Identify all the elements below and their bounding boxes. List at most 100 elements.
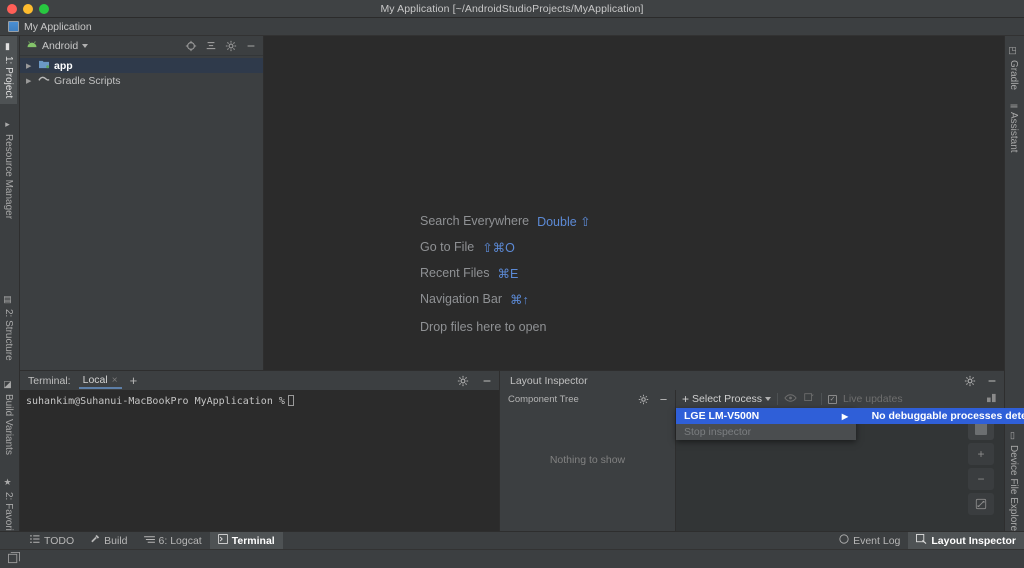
terminal-prompt: suhankim@Suhanui-MacBookPro MyApplicatio… bbox=[26, 396, 285, 407]
editor-empty-hints: Search Everywhere Double ⇧ Go to File ⇧⌘… bbox=[420, 208, 591, 340]
new-terminal-button[interactable]: + bbox=[130, 373, 138, 388]
android-studio-window: My Application [~/AndroidStudioProjects/… bbox=[0, 0, 1024, 568]
collapse-all-icon[interactable] bbox=[203, 38, 219, 54]
chevron-down-icon[interactable] bbox=[82, 43, 89, 48]
component-tree-panel: Component Tree Nothing to show bbox=[500, 390, 676, 531]
sidebar-item-label: Device File Explorer bbox=[1008, 445, 1019, 535]
hide-panel-icon[interactable] bbox=[984, 373, 1000, 389]
device-file-icon: ▯ bbox=[1008, 431, 1019, 441]
project-window-icon bbox=[8, 21, 19, 32]
terminal-label: Terminal: bbox=[28, 374, 71, 387]
sidebar-item-structure[interactable]: ▤ 2: Structure bbox=[0, 289, 17, 367]
project-tab-label[interactable]: My Application bbox=[24, 21, 92, 33]
plus-icon: + bbox=[682, 392, 690, 406]
status-item-terminal[interactable]: Terminal bbox=[209, 532, 283, 549]
settings-icon[interactable] bbox=[455, 373, 471, 389]
hint-recent-files[interactable]: Recent Files ⌘E bbox=[420, 260, 591, 286]
layout-inspector-icon bbox=[916, 534, 927, 547]
terminal-tab-local[interactable]: Local × bbox=[78, 372, 122, 389]
hide-panel-icon[interactable] bbox=[655, 391, 671, 407]
project-tree: ▶ app ▶ Gradle Scripts bbox=[20, 56, 263, 88]
settings-icon[interactable] bbox=[635, 391, 651, 407]
layer-3d-icon[interactable] bbox=[803, 392, 815, 407]
right-tool-window-bar: ◳ Gradle ⦀ Assistant ▯ Device File Explo… bbox=[1004, 36, 1024, 534]
status-item-logcat[interactable]: 6: Logcat bbox=[136, 533, 210, 549]
tree-item-label: app bbox=[54, 59, 73, 72]
component-tree-empty-text: Nothing to show bbox=[549, 454, 626, 466]
tree-item-app[interactable]: ▶ app bbox=[20, 58, 263, 73]
hint-drop-files: Drop files here to open bbox=[420, 314, 591, 340]
window-title: My Application [~/AndroidStudioProjects/… bbox=[380, 2, 644, 15]
live-updates-label: Live updates bbox=[843, 393, 903, 405]
star-icon: ★ bbox=[3, 478, 14, 488]
live-updates-checkbox[interactable]: ✓ bbox=[828, 394, 838, 404]
select-process-button[interactable]: + Select Process bbox=[682, 392, 772, 406]
toolbar-separator bbox=[821, 393, 823, 405]
hide-panel-icon[interactable] bbox=[243, 38, 259, 54]
hide-panel-icon[interactable] bbox=[479, 373, 495, 389]
hint-navigation-bar[interactable]: Navigation Bar ⌘↑ bbox=[420, 286, 591, 312]
process-submenu[interactable]: No debuggable processes detected bbox=[856, 408, 1024, 424]
zoom-reset-icon[interactable] bbox=[968, 493, 994, 515]
hint-go-to-file[interactable]: Go to File ⇧⌘O bbox=[420, 234, 591, 260]
zoom-in-icon[interactable]: + bbox=[968, 443, 994, 465]
folder-icon: ▮ bbox=[3, 42, 14, 52]
layout-inspector-body: Component Tree Nothing to show + Select … bbox=[500, 390, 1024, 531]
bottom-status-bar bbox=[0, 549, 1024, 568]
sidebar-item-resource-manager[interactable]: ▸ Resource Manager bbox=[0, 114, 17, 225]
hint-action-label: Navigation Bar bbox=[420, 292, 502, 306]
terminal-tab-label: Local bbox=[82, 374, 108, 386]
zoom-out-icon[interactable]: − bbox=[968, 468, 994, 490]
settings-icon[interactable] bbox=[962, 373, 978, 389]
select-process-dropdown[interactable]: LGE LM-V500N ▶ Stop inspector bbox=[676, 408, 856, 440]
locate-icon[interactable] bbox=[183, 38, 199, 54]
hint-search-everywhere[interactable]: Search Everywhere Double ⇧ bbox=[420, 208, 591, 234]
project-tab-strip: My Application bbox=[0, 18, 1024, 36]
menu-item-device[interactable]: LGE LM-V500N ▶ bbox=[676, 408, 856, 424]
tree-item-gradle-scripts[interactable]: ▶ Gradle Scripts bbox=[20, 73, 263, 88]
build-icon bbox=[90, 534, 100, 547]
terminal-icon bbox=[217, 534, 228, 547]
todo-icon bbox=[30, 534, 40, 547]
chevron-right-icon[interactable]: ▶ bbox=[26, 77, 34, 85]
sidebar-item-build-variants[interactable]: ◪ Build Variants bbox=[0, 374, 17, 461]
status-item-todo[interactable]: TODO bbox=[22, 533, 82, 549]
editor-area[interactable]: Search Everywhere Double ⇧ Go to File ⇧⌘… bbox=[264, 36, 1004, 370]
sidebar-item-label: Gradle bbox=[1008, 60, 1019, 91]
chevron-down-icon bbox=[765, 397, 772, 401]
terminal-header: Terminal: Local × + bbox=[20, 371, 499, 390]
hint-shortcut: Double ⇧ bbox=[537, 214, 591, 229]
status-item-label: Layout Inspector bbox=[931, 534, 1016, 547]
layout-grid-icon[interactable] bbox=[986, 393, 998, 406]
hint-shortcut: ⇧⌘O bbox=[482, 240, 515, 255]
sidebar-item-project[interactable]: ▮ 1: Project bbox=[0, 36, 17, 105]
status-item-build[interactable]: Build bbox=[82, 532, 135, 549]
sidebar-item-label: 1: Project bbox=[3, 56, 14, 99]
window-layout-icon[interactable] bbox=[8, 551, 20, 567]
sidebar-item-gradle[interactable]: ◳ Gradle bbox=[1005, 40, 1022, 96]
hint-shortcut: ⌘↑ bbox=[510, 292, 529, 307]
logcat-icon bbox=[143, 535, 155, 547]
toolbar-separator bbox=[777, 393, 779, 405]
android-head-icon bbox=[26, 40, 38, 52]
eye-icon[interactable] bbox=[784, 393, 797, 406]
window-title-bar: My Application [~/AndroidStudioProjects/… bbox=[0, 0, 1024, 18]
component-tree-title: Component Tree bbox=[508, 393, 579, 405]
component-tree-header: Component Tree bbox=[500, 390, 675, 408]
project-tool-window: Android ▶ app ▶ Gradle Scripts bbox=[20, 36, 264, 370]
sidebar-item-device-file-explorer[interactable]: ▯ Device File Explorer bbox=[1005, 425, 1022, 540]
status-item-label: Terminal bbox=[231, 534, 275, 547]
terminal-output[interactable]: suhankim@Suhanui-MacBookPro MyApplicatio… bbox=[20, 390, 499, 531]
hint-action-label: Search Everywhere bbox=[420, 214, 530, 228]
tool-window-status-bar: TODO Build 6: Logcat Terminal Event Log bbox=[0, 531, 1024, 549]
sidebar-item-assistant[interactable]: ⦀ Assistant bbox=[1005, 98, 1022, 159]
status-item-label: TODO bbox=[44, 534, 75, 547]
close-icon[interactable]: × bbox=[112, 375, 118, 386]
chevron-right-icon[interactable]: ▶ bbox=[26, 62, 34, 70]
variants-icon: ◪ bbox=[3, 380, 14, 390]
status-item-layout-inspector[interactable]: Layout Inspector bbox=[908, 532, 1024, 549]
menu-item-stop-inspector: Stop inspector bbox=[676, 424, 856, 440]
project-view-selector[interactable]: Android bbox=[42, 40, 78, 52]
settings-icon[interactable] bbox=[223, 38, 239, 54]
status-item-event-log[interactable]: Event Log bbox=[831, 532, 908, 549]
